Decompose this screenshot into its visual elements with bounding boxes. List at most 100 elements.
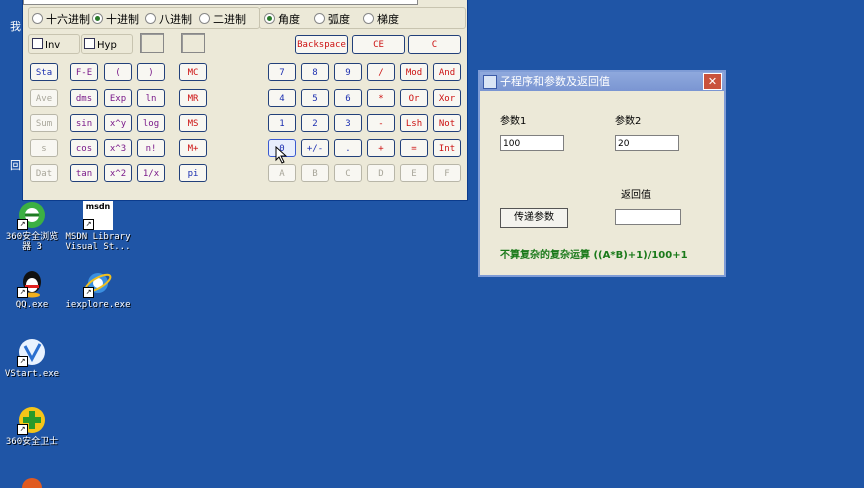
ce-button[interactable]: CE [352,35,405,54]
shortcut-arrow-icon: ↗ [83,287,94,298]
reciprocal-button[interactable]: 1/x [137,164,165,182]
multiply-button[interactable]: * [367,89,395,107]
pass-params-button[interactable]: 传递参数 [500,208,568,228]
mc-button[interactable]: MC [179,63,207,81]
desktop-icon-360-browser[interactable]: ↗ 360安全浏览 器 3 [0,200,67,252]
desktop-icon-msdn[interactable]: msdn ↗ MSDN Library Visual St... [63,200,133,252]
close-paren-button[interactable]: ) [137,63,165,81]
paren-indicator [140,33,164,53]
hyp-checkbox[interactable]: Hyp [84,38,117,51]
mouse-cursor-icon [275,145,288,168]
radio-hex[interactable]: 十六进制 [32,11,90,27]
shortcut-arrow-icon: ↗ [17,287,28,298]
sign-toggle-button[interactable]: +/- [301,139,329,157]
param1-input[interactable]: 100 [500,135,564,151]
equals-button[interactable]: = [400,139,428,157]
ave-button[interactable]: Ave [30,89,58,107]
digit-3-button[interactable]: 3 [334,114,362,132]
hex-e-button[interactable]: E [400,164,428,182]
desktop-icon-iexplore[interactable]: ↗ iexplore.exe [63,268,133,310]
radio-dec[interactable]: 十进制 [92,11,139,27]
checkbox-box [32,38,43,49]
radio-bin[interactable]: 二进制 [199,11,246,27]
sta-button[interactable]: Sta [30,63,58,81]
radio-dot [363,13,374,24]
pi-button[interactable]: pi [179,164,207,182]
subtract-button[interactable]: - [367,114,395,132]
shortcut-arrow-icon: ↗ [17,219,28,230]
subroutine-dialog: 子程序和参数及返回值 ✕ 参数1 100 参数2 20 返回值 传递参数 不算复… [478,70,726,277]
radio-grads[interactable]: 梯度 [363,11,399,27]
calculator-window: 十六进制 十进制 八进制 二进制 角度 弧度 梯度 Inv Hyp Backsp… [22,0,468,201]
factorial-button[interactable]: n! [137,139,165,157]
radio-label: 十进制 [106,13,139,26]
desktop-icon-qq[interactable]: ↗ QQ.exe [0,268,67,310]
calculator-display-bottom [23,0,418,5]
lsh-button[interactable]: Lsh [400,114,428,132]
radio-dot [32,13,43,24]
fe-button[interactable]: F-E [70,63,98,81]
radio-radians[interactable]: 弧度 [314,11,350,27]
open-paren-button[interactable]: ( [104,63,132,81]
param1-label: 参数1 [500,116,527,127]
divide-button[interactable]: / [367,63,395,81]
not-button[interactable]: Not [433,114,461,132]
x-squared-button[interactable]: x^2 [104,164,132,182]
digit-7-button[interactable]: 7 [268,63,296,81]
exp-button[interactable]: Exp [104,89,132,107]
memory-indicator [181,33,205,53]
c-button[interactable]: C [408,35,461,54]
ms-button[interactable]: MS [179,114,207,132]
close-icon[interactable]: ✕ [703,73,722,90]
digit-8-button[interactable]: 8 [301,63,329,81]
mod-button[interactable]: Mod [400,63,428,81]
backspace-button[interactable]: Backspace [295,35,348,54]
icon-label: QQ.exe [15,300,49,310]
or-button[interactable]: Or [400,89,428,107]
radio-degrees[interactable]: 角度 [264,11,300,27]
radio-label: 弧度 [328,13,350,26]
shortcut-arrow-icon: ↗ [17,424,28,435]
param2-input[interactable]: 20 [615,135,679,151]
digit-2-button[interactable]: 2 [301,114,329,132]
desktop-icon-vstart[interactable]: ↗ VStart.exe [0,337,67,379]
digit-9-button[interactable]: 9 [334,63,362,81]
x-pow-y-button[interactable]: x^y [104,114,132,132]
xor-button[interactable]: Xor [433,89,461,107]
hex-c-button[interactable]: C [334,164,362,182]
hex-f-button[interactable]: F [433,164,461,182]
dialog-title: 子程序和参数及返回值 [500,75,610,88]
icon-label: VStart.exe [4,369,60,379]
and-button[interactable]: And [433,63,461,81]
cos-button[interactable]: cos [70,139,98,157]
shortcut-arrow-icon: ↗ [17,356,28,367]
decimal-button[interactable]: . [334,139,362,157]
digit-6-button[interactable]: 6 [334,89,362,107]
sum-button[interactable]: Sum [30,114,58,132]
sin-button[interactable]: sin [70,114,98,132]
int-button[interactable]: Int [433,139,461,157]
digit-1-button[interactable]: 1 [268,114,296,132]
s-button[interactable]: s [30,139,58,157]
radio-oct[interactable]: 八进制 [145,11,192,27]
inv-checkbox[interactable]: Inv [32,38,60,51]
log-button[interactable]: log [137,114,165,132]
add-button[interactable]: + [367,139,395,157]
mr-button[interactable]: MR [179,89,207,107]
desktop-icon-360-security[interactable]: ↗ 360安全卫士 [0,405,67,447]
hex-b-button[interactable]: B [301,164,329,182]
dialog-titlebar[interactable]: 子程序和参数及返回值 ✕ [480,72,724,91]
x-cubed-button[interactable]: x^3 [104,139,132,157]
tan-button[interactable]: tan [70,164,98,182]
m-plus-button[interactable]: M+ [179,139,207,157]
msdn-logo-text: msdn [85,202,111,211]
hex-d-button[interactable]: D [367,164,395,182]
return-value-field[interactable] [615,209,681,225]
radio-label: 角度 [278,13,300,26]
dms-button[interactable]: dms [70,89,98,107]
digit-4-button[interactable]: 4 [268,89,296,107]
ln-button[interactable]: ln [137,89,165,107]
dat-button[interactable]: Dat [30,164,58,182]
digit-5-button[interactable]: 5 [301,89,329,107]
param2-label: 参数2 [615,116,642,127]
